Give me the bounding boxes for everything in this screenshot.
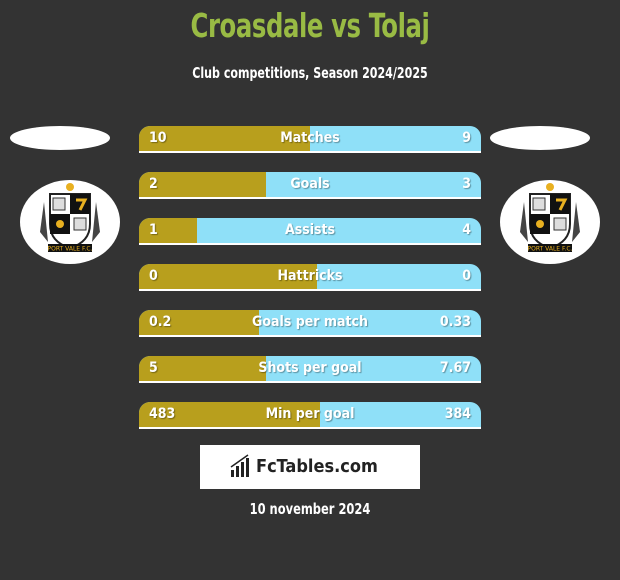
club-crest-icon: PORT VALE F.C. [520,183,580,253]
right-value: 9 [462,130,471,146]
club-crest-icon: PORT VALE F.C. [40,183,100,253]
right-value: 0 [462,268,471,284]
right-club-badge: PORT VALE F.C. [500,180,600,264]
fctables-logo[interactable]: FcTables.com [200,445,420,489]
stat-bar-row: 1 Assists 4 [139,218,481,245]
right-value: 0.33 [439,314,471,330]
right-value: 4 [462,222,471,238]
svg-text:PORT VALE F.C.: PORT VALE F.C. [47,246,92,253]
brand-name: FcTables.com [256,456,378,477]
bar-chart-icon [230,454,249,477]
left-club-badge: PORT VALE F.C. [20,180,120,264]
stat-bar-row: 5 Shots per goal 7.67 [139,356,481,383]
page-title: Croasdale vs Tolaj [190,6,430,45]
svg-text:PORT VALE F.C.: PORT VALE F.C. [527,246,572,253]
right-value: 384 [444,406,471,422]
stat-bar-row: 0 Hattricks 0 [139,264,481,291]
stat-bar-row: 0.2 Goals per match 0.33 [139,310,481,337]
stat-label: Matches [280,130,340,146]
right-value: 7.67 [439,360,471,376]
stat-label: Goals [290,176,330,192]
date-label: 10 november 2024 [249,500,371,518]
left-player-placeholder [10,126,110,150]
page-subtitle: Club competitions, Season 2024/2025 [192,64,428,82]
stat-label: Hattricks [277,268,343,284]
stat-label: Assists [284,222,336,238]
stat-bar-row: 2 Goals 3 [139,172,481,199]
stat-bar-row: 10 Matches 9 [139,126,481,153]
right-value: 3 [462,176,471,192]
stat-label: Min per goal [265,406,355,422]
right-player-placeholder [490,126,590,150]
stat-label: Shots per goal [258,360,362,376]
stat-bar-row: 483 Min per goal 384 [139,402,481,429]
stat-label: Goals per match [252,314,368,330]
